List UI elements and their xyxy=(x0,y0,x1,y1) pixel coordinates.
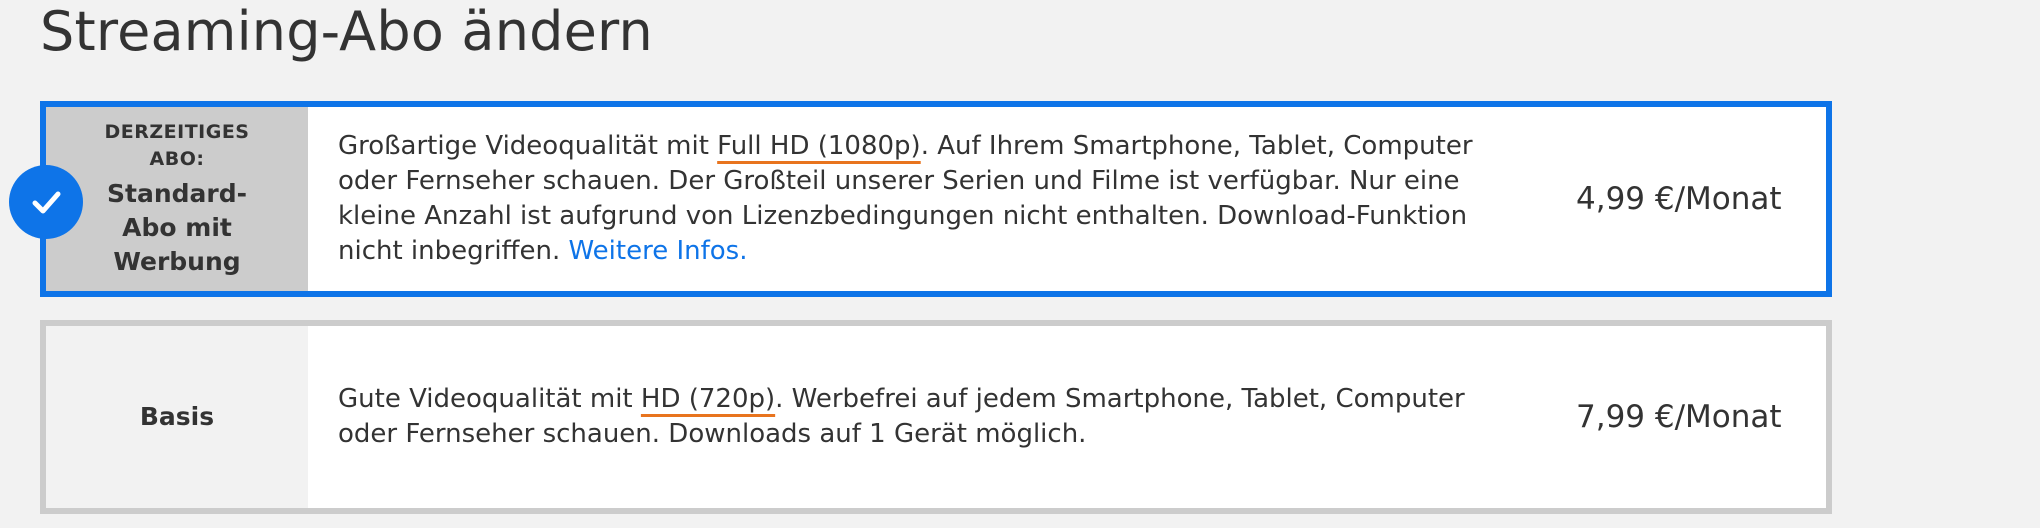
plan-description-text: Gute Videoqualität mit HD (720p). Werbef… xyxy=(338,382,1488,452)
plan-description: Großartige Videoqualität mit Full HD (10… xyxy=(308,107,1576,291)
description-text: Gute Videoqualität mit xyxy=(338,384,641,414)
plan-price: 7,99 €/Monat xyxy=(1576,399,1782,435)
plan-name: Basis xyxy=(139,402,215,431)
checkmark-icon xyxy=(32,191,61,214)
plan-price: 4,99 €/Monat xyxy=(1576,181,1782,217)
selected-plan-badge xyxy=(9,165,83,239)
video-quality-highlight: HD (720p) xyxy=(640,384,776,414)
current-plan-label: DERZEITIGES ABO: xyxy=(104,121,250,170)
video-quality-highlight: Full HD (1080p) xyxy=(717,131,921,161)
plan-name: Standard-Abo mit Werbung xyxy=(107,179,247,276)
plan-name-column: DERZEITIGES ABO: Standard-Abo mit Werbun… xyxy=(46,107,308,291)
plan-name-column: Basis xyxy=(46,326,308,508)
plan-description-text: Großartige Videoqualität mit Full HD (10… xyxy=(338,129,1488,269)
plan-option-basis[interactable]: Basis Gute Videoqualität mit HD (720p). … xyxy=(40,320,1832,514)
description-text: Großartige Videoqualität mit xyxy=(338,131,718,161)
plan-option-standard-with-ads[interactable]: DERZEITIGES ABO: Standard-Abo mit Werbun… xyxy=(40,101,1832,297)
page-title: Streaming-Abo ändern xyxy=(40,0,653,63)
more-info-link[interactable]: Weitere Infos. xyxy=(568,236,747,266)
plan-description: Gute Videoqualität mit HD (720p). Werbef… xyxy=(308,326,1576,508)
